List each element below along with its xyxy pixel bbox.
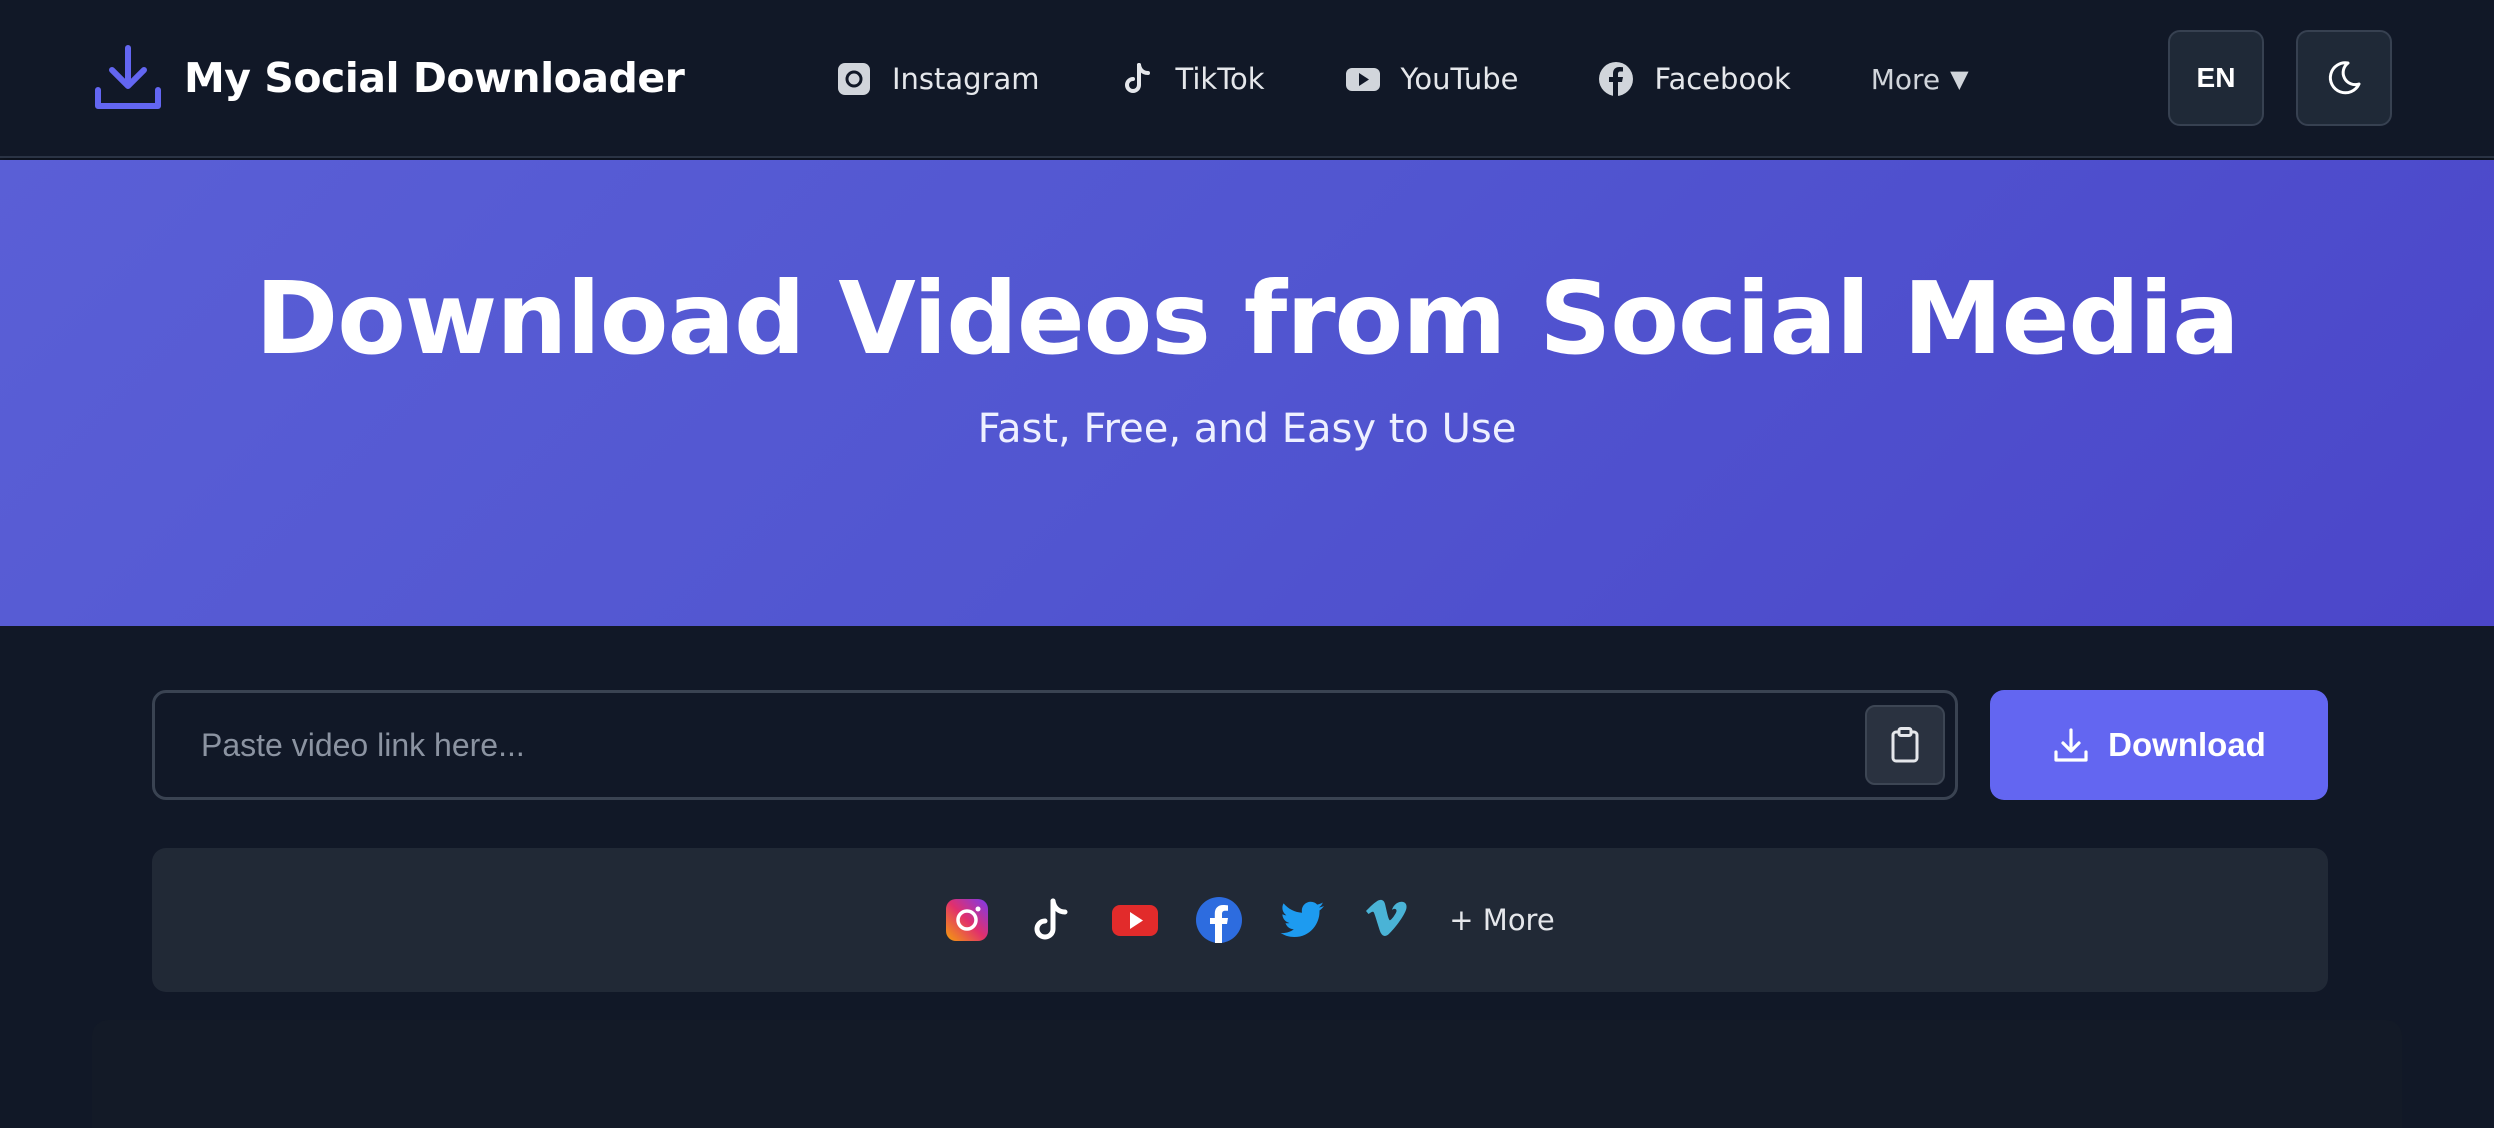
nav-item-facebook[interactable]: Facebook xyxy=(1598,50,1791,108)
nav-item-label: Instagram xyxy=(892,62,1040,96)
instagram-icon[interactable] xyxy=(943,896,991,944)
tiktok-icon[interactable] xyxy=(1027,896,1075,944)
download-icon xyxy=(2054,728,2088,762)
nav-item-more[interactable]: More ▼ xyxy=(1871,50,1969,108)
vimeo-icon[interactable] xyxy=(1363,896,1411,944)
brand[interactable]: My Social Downloader xyxy=(92,42,685,114)
nav-item-label: Facebook xyxy=(1654,62,1791,96)
clipboard-icon xyxy=(1891,727,1919,763)
platform-icon-row: + More xyxy=(152,848,2328,992)
hero-subtitle: Fast, Free, and Easy to Use xyxy=(977,406,1517,452)
site-header: My Social Downloader Instagram TikTok Yo… xyxy=(0,0,2494,158)
url-input-container xyxy=(152,690,1958,800)
youtube-icon[interactable] xyxy=(1111,896,1159,944)
theme-toggle-button[interactable] xyxy=(2296,30,2392,126)
facebook-icon xyxy=(1599,62,1634,96)
download-icon xyxy=(95,45,161,109)
nav-item-label: TikTok xyxy=(1175,62,1265,96)
youtube-icon xyxy=(1345,68,1380,91)
moon-icon xyxy=(2328,61,2361,95)
hero-banner: Download Videos from Social Media Fast, … xyxy=(0,160,2494,626)
supported-platforms-bar: + More xyxy=(152,848,2328,992)
more-platforms-link[interactable]: + More xyxy=(1449,903,1554,937)
twitter-icon[interactable] xyxy=(1279,896,1327,944)
content-panel xyxy=(92,1020,2402,1128)
nav-item-youtube[interactable]: YouTube xyxy=(1345,50,1519,108)
facebook-icon[interactable] xyxy=(1195,896,1243,944)
nav-item-instagram[interactable]: Instagram xyxy=(836,50,1040,108)
paste-button[interactable] xyxy=(1865,705,1945,785)
url-input[interactable] xyxy=(201,693,1801,797)
instagram-icon xyxy=(838,63,870,95)
language-button[interactable]: EN xyxy=(2168,30,2264,126)
hero-title: Download Videos from Social Media xyxy=(255,260,2240,377)
main-nav: Instagram TikTok YouTube Facebook More ▼ xyxy=(836,50,1969,108)
download-button-label: Download xyxy=(2108,726,2266,763)
tiktok-icon xyxy=(1124,63,1150,93)
brand-title: My Social Downloader xyxy=(184,54,685,102)
caret-down-icon: ▼ xyxy=(1950,65,1969,93)
download-button[interactable]: Download xyxy=(1990,690,2328,800)
nav-item-tiktok[interactable]: TikTok xyxy=(1120,50,1265,108)
nav-item-label: YouTube xyxy=(1400,62,1519,96)
nav-item-label: More xyxy=(1870,62,1941,96)
